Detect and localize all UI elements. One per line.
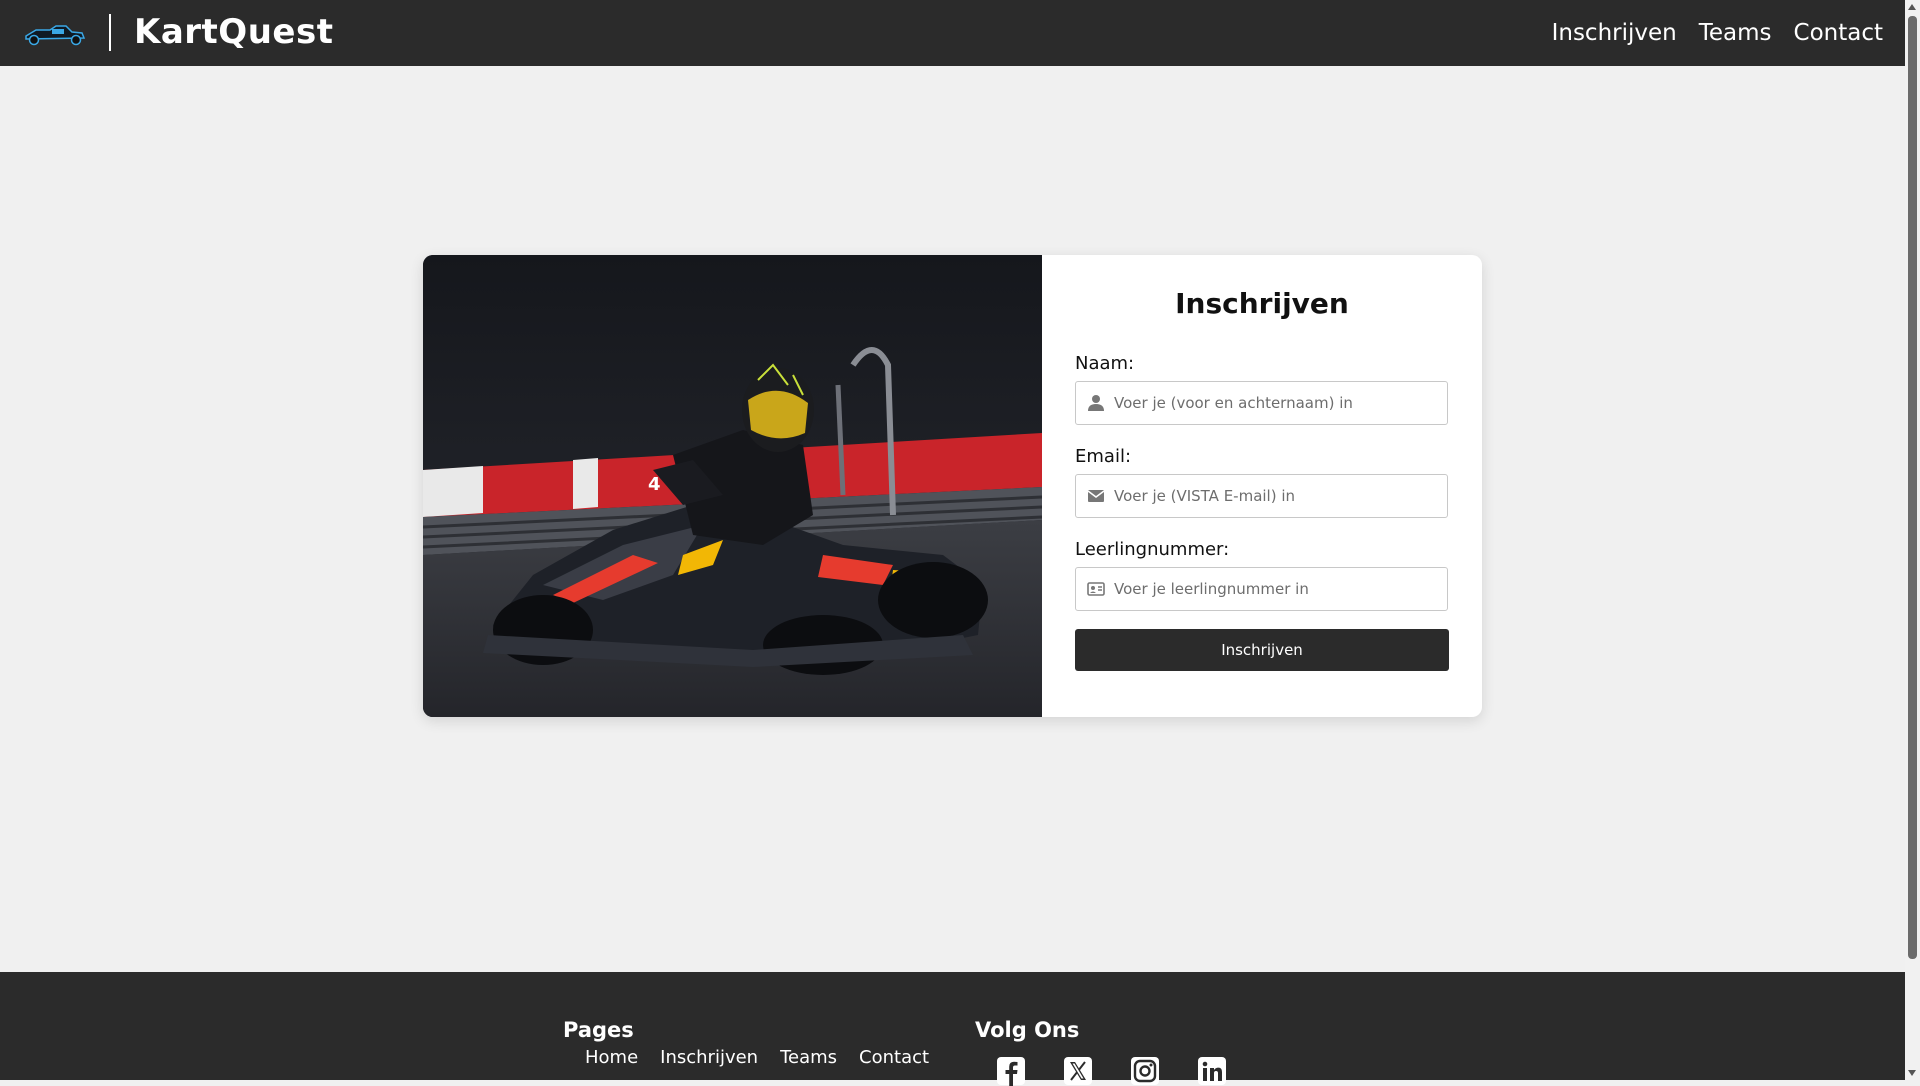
vertical-scrollbar[interactable]: [1905, 0, 1920, 1080]
footer-link-home[interactable]: Home: [585, 1047, 638, 1068]
email-field[interactable]: [1075, 474, 1448, 518]
form-title: Inschrijven: [1175, 287, 1349, 320]
nav-link-teams[interactable]: Teams: [1699, 20, 1772, 46]
student-number-field[interactable]: [1075, 567, 1448, 611]
signup-submit-button[interactable]: Inschrijven: [1075, 629, 1449, 671]
nav-link-inschrijven[interactable]: Inschrijven: [1552, 20, 1677, 46]
linkedin-icon[interactable]: [1197, 1056, 1227, 1086]
logo-divider: [109, 14, 111, 51]
id-card-icon: [1087, 582, 1105, 596]
envelope-icon: [1087, 490, 1105, 502]
user-icon: [1088, 395, 1104, 411]
nav-link-contact[interactable]: Contact: [1794, 20, 1883, 46]
footer-link-teams[interactable]: Teams: [780, 1047, 837, 1068]
name-input[interactable]: [1114, 382, 1439, 424]
footer-pages-links: Home Inschrijven Teams Contact: [585, 1047, 929, 1068]
facebook-icon[interactable]: [996, 1056, 1026, 1086]
footer-link-contact[interactable]: Contact: [859, 1047, 929, 1068]
page-footer: Pages Home Inschrijven Teams Contact Vol…: [0, 972, 1905, 1086]
svg-text:4: 4: [648, 474, 661, 495]
footer-link-inschrijven[interactable]: Inschrijven: [660, 1047, 758, 1068]
scroll-down-arrow[interactable]: [1908, 1070, 1916, 1076]
signup-form: Inschrijven Naam: Email: Leerlingnummer:: [1042, 255, 1482, 717]
student-number-input[interactable]: [1114, 568, 1439, 610]
name-label: Naam:: [1075, 353, 1135, 374]
brand-name[interactable]: KartQuest: [134, 10, 333, 54]
go-kart-photo: 4: [423, 255, 1042, 717]
email-input[interactable]: [1114, 475, 1439, 517]
instagram-icon[interactable]: [1130, 1056, 1160, 1086]
email-label: Email:: [1075, 446, 1132, 467]
x-icon[interactable]: [1063, 1056, 1093, 1086]
name-field[interactable]: [1075, 381, 1448, 425]
footer-pages-heading: Pages: [563, 1018, 634, 1042]
footer-follow-heading: Volg Ons: [975, 1018, 1080, 1042]
signup-card: 4 Inschrijven Naam: Email: Leerlingnumme…: [423, 255, 1482, 717]
top-navbar: KartQuest Inschrijven Teams Contact: [0, 0, 1905, 66]
scroll-thumb[interactable]: [1908, 16, 1917, 959]
main-nav: Inschrijven Teams Contact: [1552, 0, 1883, 66]
student-number-label: Leerlingnummer:: [1075, 539, 1230, 560]
scroll-up-arrow[interactable]: [1908, 4, 1916, 10]
go-kart-icon[interactable]: [22, 20, 88, 46]
